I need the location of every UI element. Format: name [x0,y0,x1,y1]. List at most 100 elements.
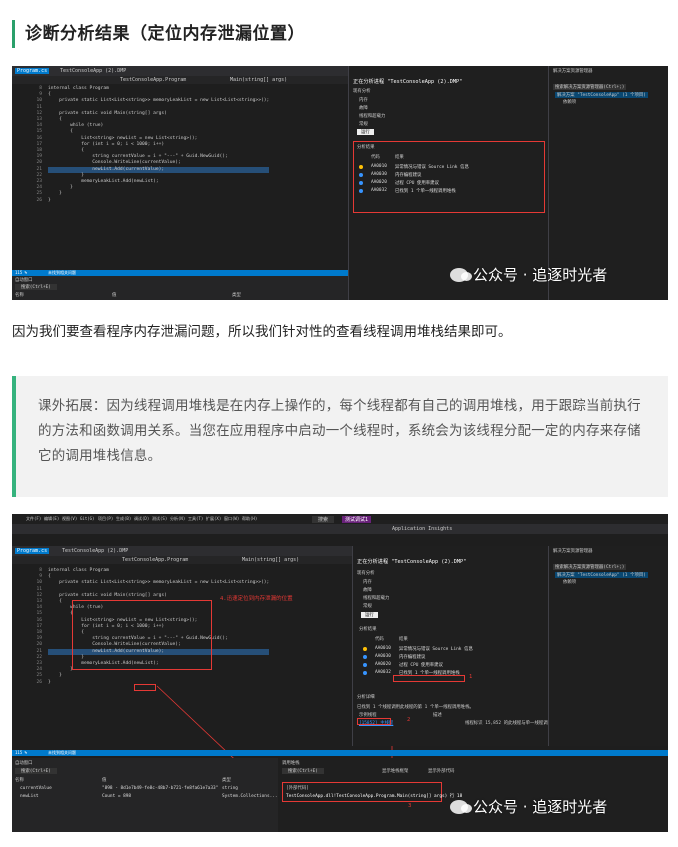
local-value: "898 - 8d1e7b49-fe8c-48b7-b721-fe8fa61e7… [102,786,219,791]
col-code-2: 代码 [375,637,384,642]
callstack-entry[interactable]: TestConsoleApp.dll!TestConsoleApp.Progra… [286,793,462,799]
analyzer-item[interactable]: 故障 [359,105,368,111]
zoom-level[interactable]: 115 % [15,270,27,275]
info-icon [359,189,363,193]
line-number-gutter: 8 9 10 11 12 13 14 15 16 17 18 19 20 21 22 23 24 25 26 [18,86,42,204]
autos-search-2[interactable]: 搜索(Ctrl+E) [15,768,57,774]
callstack-title: 调用堆栈 [282,761,300,766]
section-heading: 诊断分析结果（定位内存泄漏位置） [12,20,305,48]
code-line: } [48,197,51,203]
result-text[interactable]: 内存编程建议 [399,654,425,660]
analyzer-item[interactable]: 内存 [359,97,368,103]
analyzer-header-2: 现有分析 [357,571,375,576]
autos-window-2: 自动窗口 搜索(Ctrl+E) 名称 值 类型 currentValue "898… [12,758,278,832]
diagnostic-panel-2: 正在分析进程 "TestConsoleApp (2).DMP" 现有分析 内存故… [352,546,570,746]
info-icon [359,181,363,185]
solution-search[interactable]: 搜索解决方案资源管理器(Ctrl+;) [553,84,627,90]
local-value: Count = 898 [102,794,132,799]
annotation-3: 3 [408,803,412,809]
info-icon [359,173,363,177]
panel-title-2: 正在分析进程 "TestConsoleApp (2).DMP" [357,559,467,565]
show-external-code-button[interactable]: 显示外部代码 [428,768,454,774]
nav-method[interactable]: Main(string[] args) [230,77,287,83]
result-code[interactable]: AA0020 [375,662,391,667]
col-type: 类型 [232,293,241,298]
annotation-1: 1 [469,674,473,680]
col-name-2: 名称 [15,778,24,783]
line-number: 26 [36,197,42,203]
solution-explorer-2: 解决方案资源管理器 搜索解决方案资源管理器(Ctrl+;) 解决方案 "Test… [548,546,668,746]
result-code[interactable]: AA0032 [371,188,387,193]
analyzer-item[interactable]: 线程和超载力 [363,595,389,601]
wechat-icon-2 [450,799,472,814]
local-name: currentValue [20,786,52,791]
autos-search[interactable]: 搜索(Ctrl+E) [15,284,57,290]
external-code-row: [外部代码] [286,786,309,791]
result-text[interactable]: 异常情况与错误 Source Link 信息 [399,646,473,652]
autos-window: 自动窗口 搜索(Ctrl+E) 名称 值 类型 [12,276,348,300]
result-code[interactable]: AA0010 [375,646,391,651]
warning-icon [363,647,367,651]
solution-explorer-title-2: 解决方案资源管理器 [553,549,593,554]
solution-search-2[interactable]: 搜索解决方案资源管理器(Ctrl+;) [553,564,627,570]
watermark: 公众号 · 追逐时光者 [450,264,607,285]
solution-explorer-title: 解决方案资源管理器 [553,69,593,74]
wechat-icon [450,267,472,282]
autos-tab-2[interactable]: 自动窗口 [15,760,33,766]
result-code[interactable]: AA0020 [371,180,387,185]
vs-screenshot-diagnostic-results: Program.cs TestConsoleApp (2).DMP TestCo… [12,66,668,300]
result-code[interactable]: AA0030 [371,172,387,177]
result-code[interactable]: AA0032 [375,670,391,675]
status-bar-2: 115 % 未找到相关问题 [12,750,668,756]
analyzer-header: 现有分析 [353,89,371,94]
col-name: 名称 [15,293,24,298]
col-result: 结果 [395,155,404,160]
info-icon [363,655,367,659]
code-line: private static List<List<string>> memory… [48,98,270,104]
analyzer-item[interactable]: 内存 [363,579,372,585]
zoom-level-2[interactable]: 115 % [15,750,27,755]
solution-node-2[interactable]: 解决方案 "TestConsoleApp" (1 个项目) [555,572,648,578]
run-button[interactable]: 运行 [357,129,374,135]
body-paragraph: 因为我们要查看程序内存泄漏问题，所以我们针对性的查看线程调用堆栈结果即可。 [12,324,512,340]
detail-col-desc: 描述 [433,713,442,718]
run-button-2[interactable]: 运行 [361,612,378,618]
result-text[interactable]: 内存编程建议 [395,172,421,178]
results-highlight [353,141,545,213]
result-text[interactable]: 已找到 1 个单一线程调用堆栈 [395,188,456,194]
col-type-2: 类型 [222,778,231,783]
tab-dump-file[interactable]: TestConsoleApp (2).DMP [60,68,126,74]
analyzer-item[interactable]: 常规 [363,603,372,609]
results-header: 分析结果 [357,145,375,150]
analyzer-item[interactable]: 故障 [363,587,372,593]
autos-tab[interactable]: 自动窗口 [15,277,33,283]
info-icon [363,671,367,675]
show-frames-button[interactable]: 显示堆栈框架 [382,768,408,774]
analyzer-item[interactable]: 常规 [359,121,368,127]
solution-node[interactable]: 解决方案 "TestConsoleApp" (1 个项目) [555,92,648,98]
detail-header: 分析详细 [357,695,375,700]
dependencies-node[interactable]: 依赖项 [563,99,576,105]
watermark-2: 公众号 · 追逐时光者 [450,796,607,817]
result-row-highlight [393,675,465,682]
result-code[interactable]: AA0030 [375,654,391,659]
detail-text: 已找到 1 个线程调用此线程的第 1 个单一线程调用堆栈。 [357,705,474,710]
status-text-2: 未找到相关问题 [48,750,76,755]
nav-class[interactable]: TestConsoleApp.Program [120,77,186,83]
vs-screenshot-annotated: 文件(F) 编辑(E) 视图(V) Git(G) 项目(P) 生成(B) 调试(D) 测试(S… [12,514,668,832]
local-type: System.Collections... [222,794,278,799]
result-code[interactable]: AA0010 [371,164,387,169]
callstack-search[interactable]: 搜索(Ctrl+E) [282,768,324,774]
dependencies-node-2[interactable]: 依赖项 [563,579,576,585]
callstack-window: 调用堆栈 搜索(Ctrl+E) 显示堆栈框架 显示外部代码 [外部代码] Tes… [278,758,668,832]
result-text[interactable]: 异常情况与错误 Source Link 信息 [395,164,469,170]
extension-quote: 课外拓展：因为线程调用堆栈是在内存上操作的，每个线程都有自己的调用堆栈，用于跟踪… [12,376,668,497]
col-result-2: 结果 [399,637,408,642]
annotation-2: 2 [407,717,411,723]
result-text[interactable]: 过程 CPU 使用率建议 [395,180,439,186]
tab-program-cs[interactable]: Program.cs [15,68,50,74]
analyzer-item[interactable]: 线程和超载力 [359,113,385,119]
code-editor[interactable]: internal class Program{ private static L… [48,86,270,204]
results-header-2: 分析结果 [359,627,377,632]
result-text[interactable]: 过程 CPU 使用率建议 [399,662,443,668]
